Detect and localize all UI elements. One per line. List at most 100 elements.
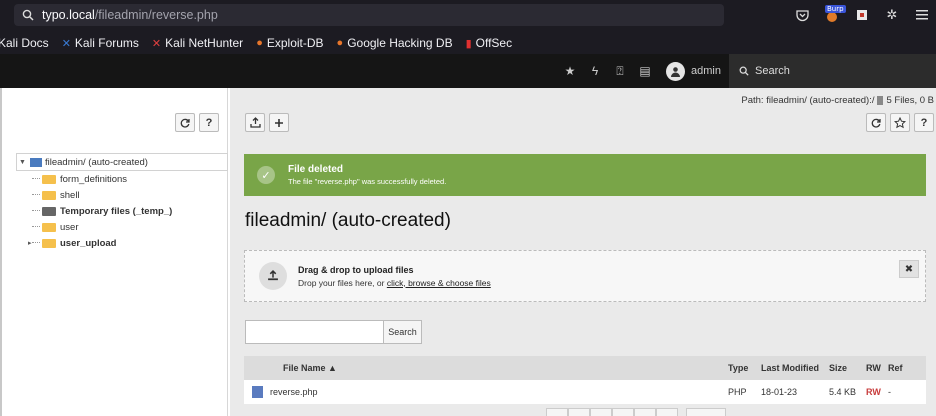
file-permissions: RW — [866, 387, 881, 397]
bookmark-label: Kali NetHunter — [165, 36, 244, 50]
bookmark-offsec[interactable]: ▮ OffSec — [466, 36, 513, 50]
row-action-button[interactable] — [568, 408, 590, 416]
extensions-puzzle-icon[interactable]: ✲ — [884, 7, 900, 23]
column-header-ref: Ref — [888, 363, 903, 373]
column-header-modified[interactable]: Last Modified — [761, 363, 829, 373]
refresh-icon — [871, 118, 881, 128]
bookmark-label: Kali Docs — [0, 36, 49, 50]
refresh-icon — [180, 118, 190, 128]
tree-root-label: fileadmin/ (auto-created) — [45, 156, 148, 168]
tree-item-temp[interactable]: Temporary files (_temp_) — [32, 203, 228, 219]
table-header: File Name ▲ Type Last Modified Size RW R… — [244, 356, 926, 380]
url-host: typo.local — [42, 8, 95, 22]
folder-icon — [42, 238, 56, 248]
tree-help-button[interactable]: ? — [199, 113, 219, 132]
bookmark-label: Exploit-DB — [266, 36, 324, 50]
flash-title: File deleted — [288, 164, 344, 175]
file-icon — [877, 96, 884, 105]
bookmark-star-icon[interactable]: ★ — [559, 64, 581, 78]
bookmarks-bar: Kali Docs ✕ Kali Forums ✕ Kali NetHunter ●… — [0, 32, 936, 54]
table-row[interactable]: reverse.php PHP 18-01-23 5.4 KB RW - — [244, 380, 926, 404]
bookmark-kali-forums[interactable]: ✕ Kali Forums — [62, 36, 139, 50]
burp-extension-icon[interactable]: Burp — [824, 5, 846, 23]
help-icon[interactable]: ⍰ — [609, 64, 631, 79]
tree-item-user[interactable]: user — [32, 219, 228, 235]
search-input[interactable] — [245, 320, 384, 344]
file-size: 5.4 KB — [829, 387, 857, 397]
file-name[interactable]: reverse.php — [270, 387, 318, 397]
tree-root-node[interactable]: ▼ fileadmin/ (auto-created) — [16, 153, 228, 171]
bookmark-kali-docs[interactable]: Kali Docs — [0, 36, 49, 50]
user-menu[interactable]: admin — [666, 61, 729, 81]
tree-item-user-upload[interactable]: ▸ user_upload — [28, 235, 228, 251]
browse-files-link[interactable]: click, browse & choose files — [387, 278, 491, 288]
folder-tree-pane: ? ▼ fileadmin/ (auto-created) form_defin… — [0, 88, 228, 416]
flash-message-success: ✓ File deleted The file "reverse.php" wa… — [244, 154, 926, 196]
tree-item-label: form_definitions — [60, 173, 128, 185]
typo3-topbar: ★ ϟ ⍰ ▤ admin Search — [0, 54, 936, 88]
file-name-cell[interactable]: reverse.php — [244, 386, 728, 398]
pocket-icon[interactable] — [794, 7, 810, 23]
row-action-button[interactable] — [686, 408, 726, 416]
flush-cache-icon[interactable]: ϟ — [584, 64, 606, 78]
tree-item-form-definitions[interactable]: form_definitions — [32, 171, 228, 187]
file-count: 5 Files, 0 B — [886, 95, 934, 106]
help-button[interactable]: ? — [914, 113, 934, 132]
php-file-icon[interactable] — [252, 386, 263, 398]
tree-refresh-button[interactable] — [175, 113, 195, 132]
bookmark-kali-nethunter[interactable]: ✕ Kali NetHunter — [152, 36, 243, 50]
ghdb-icon: ● — [336, 37, 344, 49]
row-action-button[interactable] — [546, 408, 568, 416]
upload-icon — [259, 262, 287, 290]
row-action-button[interactable] — [634, 408, 656, 416]
new-button[interactable] — [269, 113, 289, 132]
flash-message: The file "reverse.php" was successfully … — [288, 177, 447, 186]
folder-icon — [42, 190, 56, 200]
row-action-button[interactable] — [656, 408, 678, 416]
bookmark-ghdb[interactable]: ● Google Hacking DB — [337, 36, 453, 50]
burp-badge: Burp — [825, 5, 846, 13]
tree-item-label: user_upload — [60, 237, 117, 249]
search-button[interactable]: Search — [384, 320, 422, 344]
expand-toggle-icon[interactable]: ▸ — [28, 239, 36, 247]
temp-folder-icon — [42, 206, 56, 216]
extension-icon[interactable] — [854, 7, 870, 23]
upload-dropzone[interactable]: Drag & drop to upload files Drop your fi… — [244, 250, 926, 302]
bookmark-label: OffSec — [475, 36, 513, 50]
refresh-button[interactable] — [866, 113, 886, 132]
tree-item-label: user — [60, 221, 79, 233]
system-info-icon[interactable]: ▤ — [634, 64, 656, 78]
file-modified: 18-01-23 — [761, 387, 798, 397]
row-action-button[interactable] — [590, 408, 612, 416]
page-title: fileadmin/ (auto-created) — [245, 210, 451, 231]
bookmark-label: Kali Forums — [74, 36, 139, 50]
hamburger-menu-icon[interactable] — [914, 7, 930, 23]
topbar-search-label: Search — [755, 65, 790, 77]
expand-toggle-icon[interactable]: ▼ — [19, 159, 27, 166]
tree-item-shell[interactable]: shell — [32, 187, 228, 203]
bookmark-button[interactable] — [890, 113, 910, 132]
upload-button[interactable] — [245, 113, 265, 132]
folder-icon — [42, 174, 56, 184]
topbar-search[interactable]: Search — [729, 54, 936, 88]
column-header-rw: RW — [866, 363, 881, 373]
file-type: PHP — [728, 387, 747, 397]
column-header-name[interactable]: File Name ▲ — [244, 363, 728, 373]
row-action-button[interactable] — [612, 408, 634, 416]
search-icon — [739, 66, 749, 76]
storage-icon — [30, 157, 42, 167]
bookmark-exploit-db[interactable]: ● Exploit-DB — [256, 36, 323, 50]
search-icon — [22, 9, 34, 21]
dropzone-text: Drop your files here, or — [298, 277, 387, 288]
username: admin — [691, 65, 721, 77]
folder-tree: ▼ fileadmin/ (auto-created) form_definit… — [16, 153, 228, 251]
url-bar[interactable]: typo.local/fileadmin/reverse.php — [14, 4, 724, 26]
column-header-type[interactable]: Type — [728, 363, 761, 373]
file-references: - — [888, 387, 891, 397]
exploitdb-icon: ● — [256, 37, 263, 49]
nethunter-icon: ✕ — [151, 37, 162, 50]
avatar — [666, 61, 686, 81]
close-icon[interactable]: ✖ — [899, 260, 919, 278]
kali-icon: ✕ — [61, 37, 71, 50]
column-header-size[interactable]: Size — [829, 363, 866, 373]
